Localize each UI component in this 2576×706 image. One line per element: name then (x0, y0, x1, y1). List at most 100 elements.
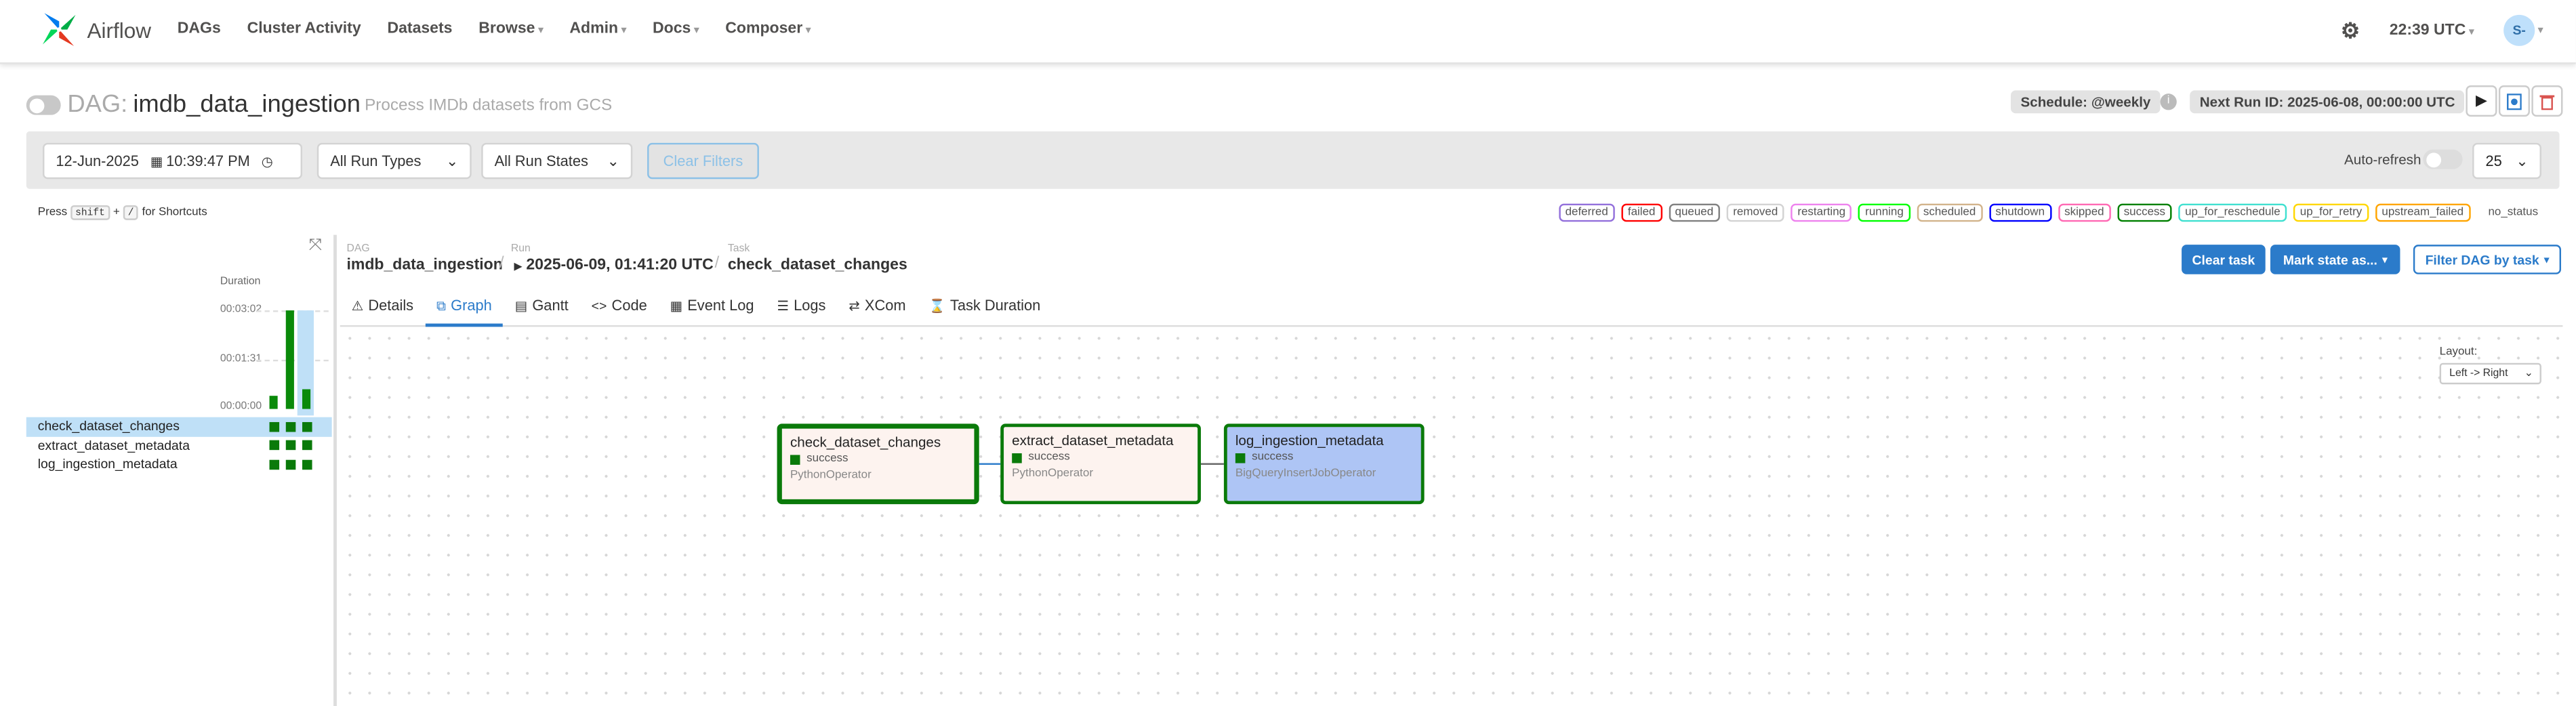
dag-label: DAG: (67, 90, 128, 119)
shift-key: shift (70, 205, 110, 220)
nav-docs[interactable]: Docs ▾ (653, 20, 699, 38)
clear-task-button[interactable]: Clear task (2182, 245, 2266, 274)
graph-node[interactable]: check_dataset_changes success PythonOper… (777, 423, 979, 505)
tab-graph[interactable]: ⧉ Graph (425, 289, 504, 327)
list-icon: ☰ (777, 299, 789, 314)
task-instance-square[interactable] (269, 421, 280, 432)
task-instance-square[interactable] (269, 440, 280, 451)
legend-queued[interactable]: queued (1668, 203, 1720, 222)
node-state: success (1235, 452, 1413, 463)
dag-id[interactable]: imdb_data_ingestion (133, 90, 361, 118)
dag-pause-toggle[interactable] (26, 95, 61, 115)
breadcrumb-run-label: Run (510, 243, 531, 255)
duration-bar[interactable] (302, 389, 311, 409)
nav-browse[interactable]: Browse ▾ (478, 20, 543, 38)
legend-removed[interactable]: removed (1726, 203, 1784, 222)
task-instance-square[interactable] (285, 440, 296, 451)
base-date-input[interactable]: 12-Jun-2025 ▦ 10:39:47 PM ◷ (43, 142, 303, 180)
duration-bar[interactable] (285, 310, 294, 409)
node-operator: PythonOperator (1012, 468, 1093, 480)
nav-composer[interactable]: Composer ▾ (725, 20, 811, 38)
breadcrumb-dag[interactable]: imdb_data_ingestion (346, 256, 502, 274)
auto-refresh-label: Auto-refresh (2344, 151, 2421, 168)
chevron-down-icon: ⌄ (2516, 152, 2529, 169)
task-instance-square[interactable] (302, 459, 312, 470)
task-instance-square[interactable] (302, 421, 312, 432)
legend-deferred[interactable]: deferred (1558, 203, 1615, 222)
tab-event-log[interactable]: ▦ Event Log (659, 289, 766, 327)
chevron-down-icon: ▾ (2543, 255, 2550, 266)
legend-failed[interactable]: failed (1621, 203, 1662, 222)
clock-icon: ◷ (261, 153, 273, 169)
duration-tick: 00:00:00 (220, 400, 262, 413)
task-instance-square[interactable] (285, 459, 296, 470)
tab-task-duration[interactable]: ⌛ Task Duration (918, 289, 1052, 327)
legend-running[interactable]: running (1858, 203, 1910, 222)
mark-state-label: Mark state as... (2283, 252, 2377, 267)
airflow-pinwheel-icon (43, 13, 76, 46)
layout-select[interactable]: Left -> Right ⌄ (2439, 362, 2541, 385)
task-instance-square[interactable] (285, 421, 296, 432)
tab-label: Logs (794, 297, 826, 314)
code-icon: <> (591, 299, 607, 314)
chevron-down-icon: ▾ (694, 26, 699, 37)
legend-skipped[interactable]: skipped (2058, 203, 2111, 222)
legend-scheduled[interactable]: scheduled (1917, 203, 1982, 222)
tab-logs[interactable]: ☰ Logs (765, 289, 837, 327)
legend-up-for-reschedule[interactable]: up_for_reschedule (2178, 203, 2287, 222)
legend-up-for-retry[interactable]: up_for_retry (2293, 203, 2369, 222)
user-menu[interactable]: S- ▾ (2503, 14, 2543, 46)
legend-upstream-failed[interactable]: upstream_failed (2375, 203, 2470, 222)
nav-dags[interactable]: DAGs (178, 20, 221, 38)
node-operator: PythonOperator (790, 470, 872, 482)
collapse-icon[interactable]: ⤧ (309, 236, 322, 255)
graph-canvas[interactable]: Layout: Left -> Right ⌄ check_dataset_cha… (340, 328, 2563, 706)
clear-filters-button[interactable]: Clear Filters (647, 142, 759, 180)
run-type-select[interactable]: All Run Types ⌄ (316, 142, 472, 180)
task-instance-square[interactable] (269, 459, 280, 470)
panel-resizer[interactable] (333, 234, 337, 706)
nav-datasets[interactable]: Datasets (387, 20, 452, 38)
slash-key: / (123, 205, 139, 220)
task-instance-square[interactable] (302, 440, 312, 451)
graph-node[interactable]: log_ingestion_metadata success BigQueryI… (1223, 423, 1425, 505)
parse-dag-button[interactable] (2498, 85, 2530, 117)
breadcrumb-dag-label: DAG (346, 243, 370, 255)
node-title: log_ingestion_metadata (1235, 432, 1384, 449)
chevron-down-icon: ⌄ (446, 152, 459, 169)
graph-node[interactable]: extract_dataset_metadata success PythonO… (1000, 423, 1201, 505)
duration-bar[interactable] (269, 396, 278, 409)
legend-no-status[interactable]: no_status (2483, 205, 2543, 220)
breadcrumb-run[interactable]: ▶ 2025-06-09, 01:41:20 UTC (514, 256, 714, 274)
hourglass-icon: ⌛ (928, 299, 945, 314)
airflow-logo[interactable]: Airflow (39, 10, 151, 49)
gear-icon[interactable]: ⚙ (2341, 17, 2360, 43)
legend-restarting[interactable]: restarting (1791, 203, 1852, 222)
breadcrumb-task[interactable]: check_dataset_changes (728, 256, 907, 274)
chevron-down-icon: ⌄ (607, 152, 619, 169)
num-runs-value: 25 (2485, 152, 2502, 169)
legend-shutdown[interactable]: shutdown (1988, 203, 2051, 222)
legend-success[interactable]: success (2117, 203, 2172, 222)
run-state-select[interactable]: All Run States ⌄ (481, 142, 633, 180)
filter-dag-by-task-button[interactable]: Filter DAG by task ▾ (2413, 245, 2562, 274)
nav-cluster-activity[interactable]: Cluster Activity (247, 20, 361, 38)
num-runs-select[interactable]: 25 ⌄ (2472, 142, 2541, 180)
nav-admin[interactable]: Admin ▾ (569, 20, 626, 38)
tab-gantt[interactable]: ▤ Gantt (504, 289, 580, 327)
graph-icon: ⧉ (436, 299, 446, 314)
mark-state-button[interactable]: Mark state as... ▾ (2270, 245, 2400, 274)
auto-refresh-toggle[interactable] (2423, 149, 2463, 169)
run-type-value: All Run Types (330, 152, 422, 169)
tab-details[interactable]: ⚠ Details (340, 289, 425, 327)
delete-dag-button[interactable] (2531, 85, 2563, 117)
time-menu[interactable]: 22:39 UTC ▾ (2390, 22, 2474, 40)
node-title: extract_dataset_metadata (1012, 432, 1174, 449)
trigger-dag-button[interactable]: ▶ (2466, 85, 2497, 117)
tab-label: Details (368, 297, 414, 314)
info-icon[interactable]: i (2160, 94, 2177, 110)
tab-code[interactable]: <> Code (580, 289, 659, 327)
tab-xcom[interactable]: ⇄ XCom (837, 289, 917, 327)
duration-label: Duration (220, 276, 261, 288)
task-name: extract_dataset_metadata (37, 437, 190, 453)
